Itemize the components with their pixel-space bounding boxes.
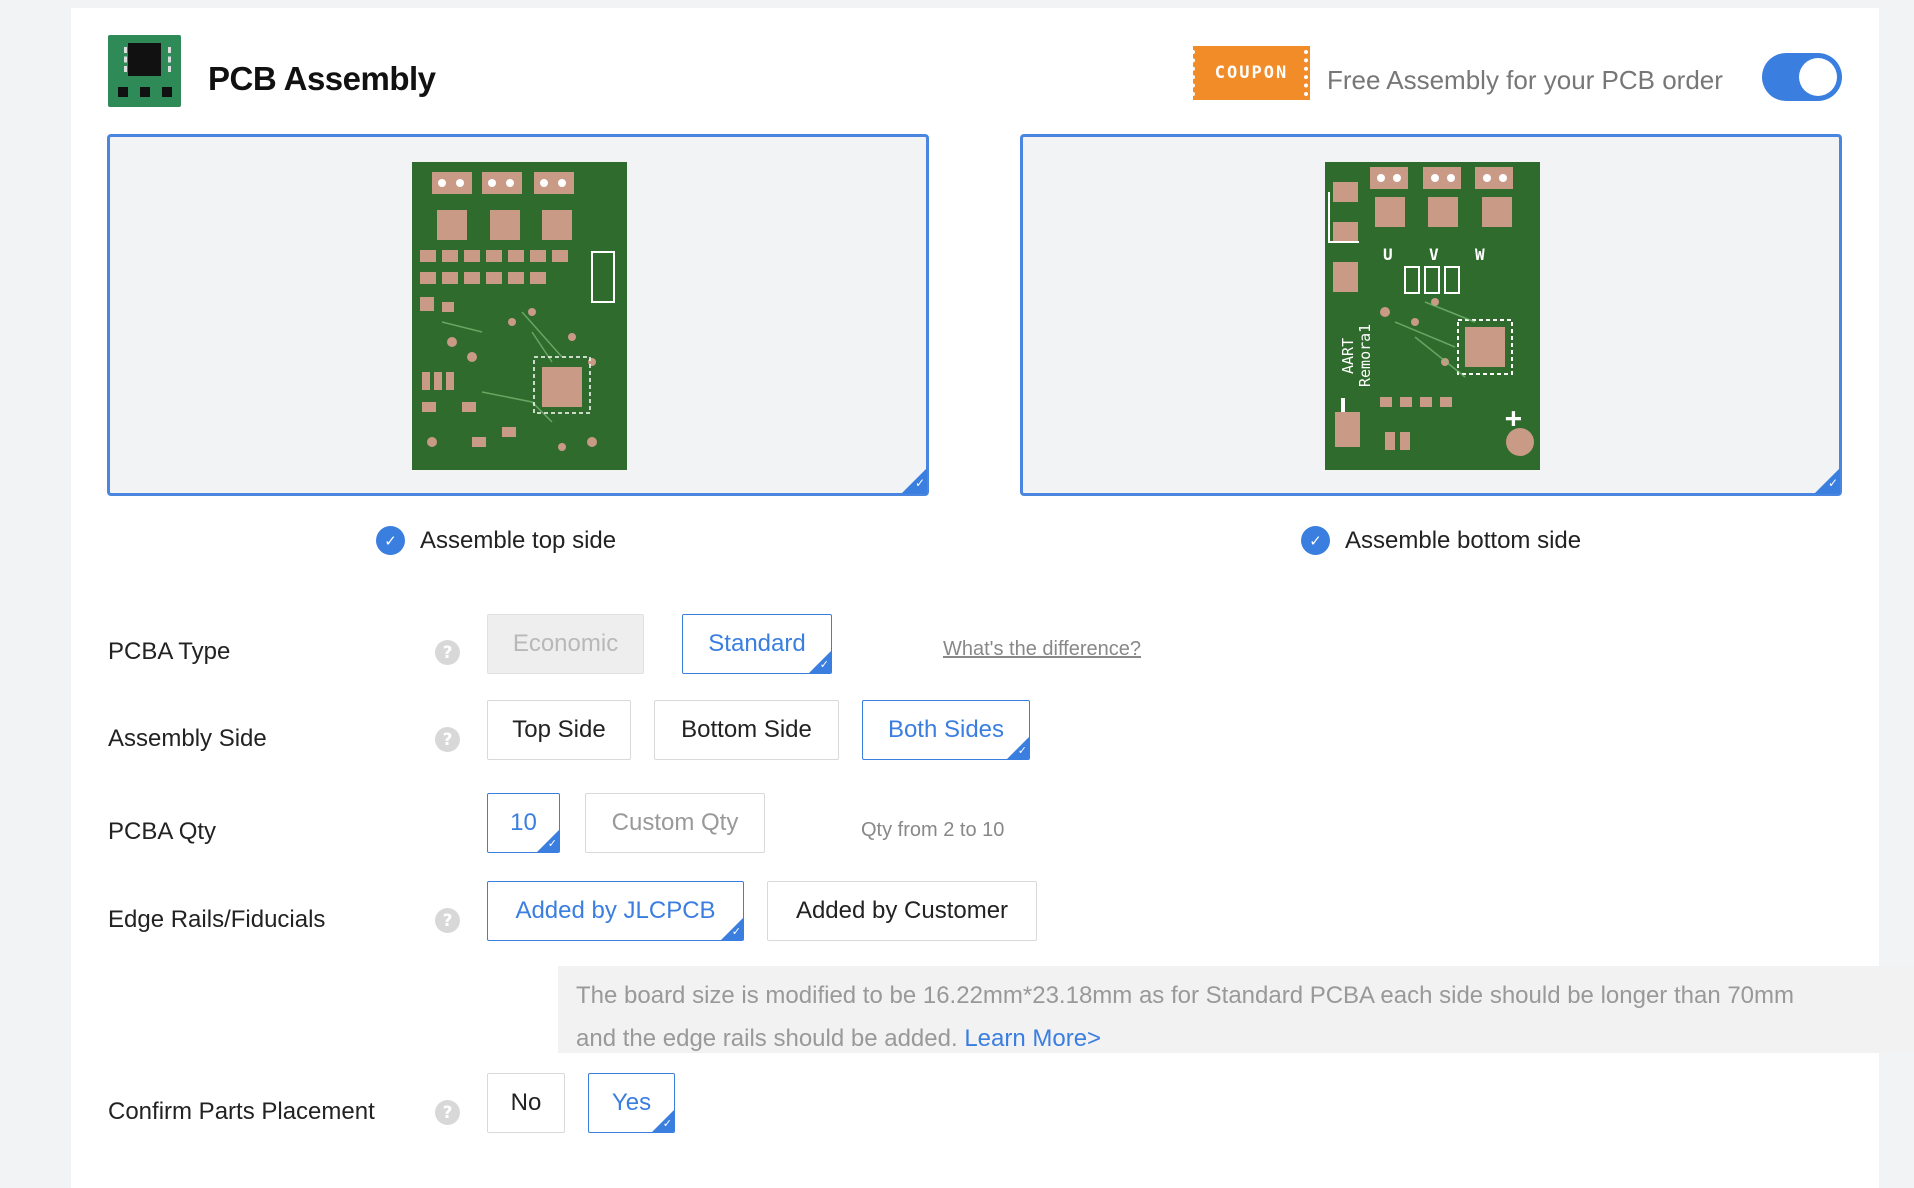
difference-link[interactable]: What's the difference? (943, 638, 1141, 661)
selected-check-icon (809, 651, 831, 673)
pcba-type-label: PCBA Type (108, 638, 231, 665)
option-added-by-jlcpcb[interactable]: Added by JLCPCB (487, 881, 744, 941)
assembly-side-label: Assembly Side (108, 725, 267, 752)
option-yes[interactable]: Yes (588, 1073, 675, 1133)
checkmark-icon: ✓ (376, 526, 405, 555)
toggle-knob (1799, 58, 1837, 96)
checkmark-icon: ✓ (1301, 526, 1330, 555)
selected-check-icon (652, 1110, 674, 1132)
option-no[interactable]: No (487, 1073, 565, 1133)
pcba-qty-label: PCBA Qty (108, 818, 217, 845)
assemble-bottom-checkbox[interactable]: ✓ Assemble bottom side (1301, 526, 1581, 555)
section-title: PCB Assembly (208, 60, 436, 97)
silk-plus: + (1505, 401, 1522, 434)
confirm-placement-label: Confirm Parts Placement (108, 1098, 375, 1125)
assembly-toggle[interactable] (1762, 53, 1842, 101)
pcb-assembly-card: PCB Assembly COUPON Free Assembly for yo… (71, 8, 1914, 1188)
assemble-top-checkbox[interactable]: ✓ Assemble top side (376, 526, 616, 555)
pcb-bottom-image: U V W + AART Remora1 (1325, 162, 1540, 470)
selected-corner-icon (901, 468, 927, 494)
help-icon[interactable]: ? (435, 727, 460, 752)
pcb-chip-icon (108, 35, 181, 107)
assemble-top-label: Assemble top side (420, 526, 617, 554)
silk-remora: Remora1 (1356, 324, 1374, 387)
coupon-text: Free Assembly for your PCB order (1327, 65, 1723, 95)
pcb-top-image (412, 162, 627, 470)
selected-check-icon (537, 830, 559, 852)
qty-option-10[interactable]: 10 (487, 793, 560, 853)
silk-aart: AART (1339, 338, 1357, 374)
option-economic[interactable]: Economic (487, 614, 644, 674)
help-icon[interactable]: ? (435, 640, 460, 665)
silk-w: W (1475, 245, 1485, 264)
qty-hint: Qty from 2 to 10 (861, 819, 1005, 841)
board-size-notice: The board size is modified to be 16.22mm… (558, 966, 1914, 1053)
coupon-badge: COUPON (1191, 46, 1310, 100)
selected-check-icon (1007, 737, 1029, 759)
custom-qty-input[interactable]: Custom Qty (585, 793, 765, 853)
notice-line-1: The board size is modified to be 16.22mm… (576, 982, 1795, 1009)
bottom-side-preview[interactable]: U V W + AART Remora1 (1020, 134, 1842, 496)
option-bottom-side[interactable]: Bottom Side (654, 700, 839, 760)
option-standard[interactable]: Standard (682, 614, 832, 674)
edge-rails-label: Edge Rails/Fiducials (108, 906, 326, 933)
assemble-bottom-label: Assemble bottom side (1345, 526, 1582, 554)
option-both-sides[interactable]: Both Sides (862, 700, 1030, 760)
learn-more-link[interactable]: Learn More> (964, 1025, 1101, 1052)
silk-u: U (1383, 245, 1393, 264)
notice-line-2: and the edge rails should be added. (576, 1025, 958, 1052)
selected-check-icon (721, 918, 743, 940)
help-icon[interactable]: ? (435, 1100, 460, 1125)
option-top-side[interactable]: Top Side (487, 700, 631, 760)
top-side-preview[interactable] (107, 134, 929, 496)
selected-corner-icon (1814, 468, 1840, 494)
option-added-by-customer[interactable]: Added by Customer (767, 881, 1037, 941)
silk-v: V (1429, 245, 1439, 264)
help-icon[interactable]: ? (435, 908, 460, 933)
